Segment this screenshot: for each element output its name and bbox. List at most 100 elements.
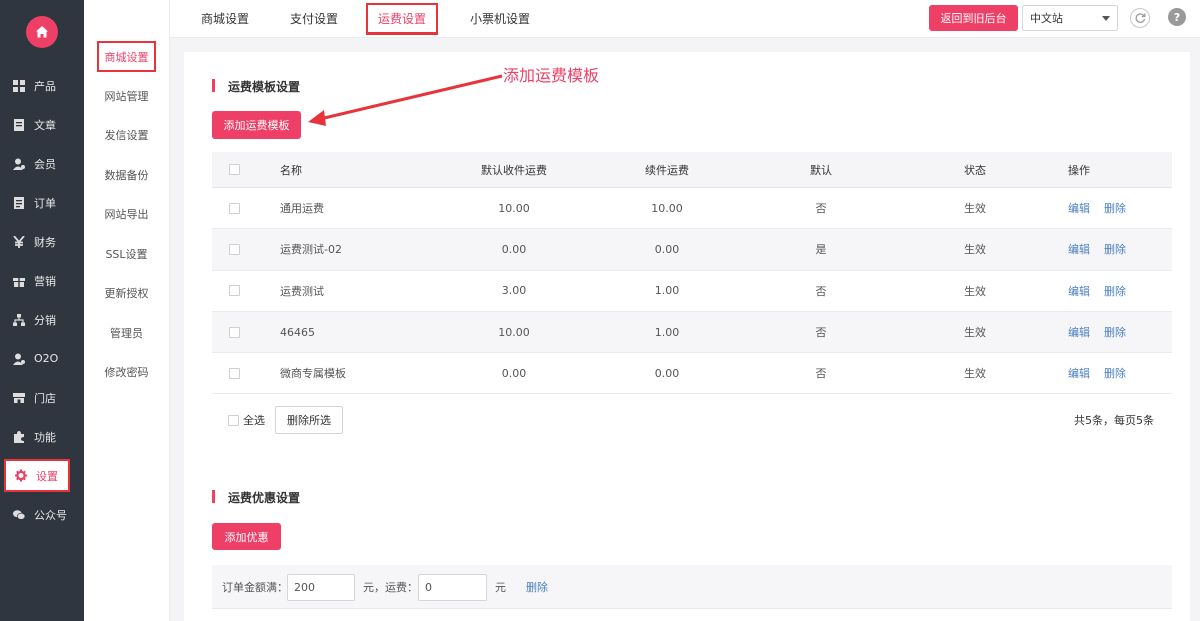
tab-2[interactable]: 运费设置 bbox=[366, 3, 439, 35]
sidebar-item-6[interactable]: 分销 bbox=[0, 300, 84, 339]
sidebar-item-5[interactable]: 营销 bbox=[0, 261, 84, 300]
subnav-item-6[interactable]: 更新授权 bbox=[84, 274, 169, 314]
sidebar-item-7[interactable]: O2O bbox=[0, 339, 84, 378]
add-shipping-template-button[interactable]: 添加运费模板 bbox=[212, 111, 301, 139]
discount-title: 运费优惠设置 bbox=[212, 489, 300, 506]
sidebar-item-label: 设置 bbox=[36, 469, 58, 483]
sidebar-item-0[interactable]: 产品 bbox=[0, 66, 84, 105]
subnav-item-5[interactable]: SSL设置 bbox=[84, 234, 169, 274]
delete-link[interactable]: 删除 bbox=[1104, 324, 1126, 340]
subnav-item-8[interactable]: 修改密码 bbox=[84, 353, 169, 393]
settings-subnav: 商城设置网站管理 发信设置 数据备份 网站导出 SSL设置 更新授权 管理员 修改密码 bbox=[84, 0, 170, 621]
edit-link[interactable]: 编辑 bbox=[1068, 200, 1090, 216]
cell-first_fee: 10.00 bbox=[498, 201, 530, 215]
subnav-item-4[interactable]: 网站导出 bbox=[84, 195, 169, 235]
row-checkbox[interactable] bbox=[229, 285, 240, 297]
tab-1[interactable]: 支付设置 bbox=[290, 0, 338, 36]
sidebar-item-label: 门店 bbox=[34, 391, 56, 405]
cell-is_default: 否 bbox=[815, 326, 827, 340]
cell-name: 运费测试 bbox=[280, 284, 324, 298]
cell-status: 生效 bbox=[964, 202, 986, 216]
sidebar-item-label: 分销 bbox=[34, 313, 56, 327]
subnav-item-7[interactable]: 管理员 bbox=[84, 313, 169, 353]
header-checkbox[interactable] bbox=[229, 164, 240, 175]
delete-link[interactable]: 删除 bbox=[1104, 283, 1126, 299]
store-icon bbox=[13, 392, 25, 404]
edit-link[interactable]: 编辑 bbox=[1068, 365, 1090, 381]
sidebar-item-label: 财务 bbox=[34, 235, 56, 249]
sidebar-item-4[interactable]: 财务 bbox=[0, 222, 84, 261]
language-select-value: 中文站 bbox=[1030, 12, 1063, 25]
cell-status: 生效 bbox=[964, 243, 986, 257]
subnav-item-1[interactable]: 网站管理 bbox=[84, 76, 169, 116]
shipping-template-title: 运费模板设置 bbox=[212, 78, 300, 95]
main-sidebar: 产品文章会员 订单财务营销分销 O2O 门店功能设置公众号 bbox=[0, 0, 84, 621]
sidebar-item-10[interactable]: 设置 bbox=[4, 459, 70, 492]
content-card: 运费模板设置 添加运费模板 名称 默认收件运费 续件运费 默认 状态 操作 通用运费 10.… bbox=[184, 52, 1190, 621]
wechat-icon bbox=[13, 509, 25, 521]
row-actions: 编辑 删除 bbox=[1068, 353, 1140, 393]
gift-icon bbox=[13, 275, 25, 287]
sidebar-item-9[interactable]: 功能 bbox=[0, 417, 84, 456]
delete-link[interactable]: 删除 bbox=[1104, 241, 1126, 257]
delete-link[interactable]: 删除 bbox=[1104, 365, 1126, 381]
tab-3[interactable]: 小票机设置 bbox=[470, 0, 530, 36]
subnav-item-0[interactable]: 商城设置 bbox=[97, 41, 156, 72]
table-row: 通用运费 10.00 10.00 否 生效 编辑 删除 bbox=[212, 188, 1172, 230]
back-to-old-admin-button[interactable]: 返回到旧后台 bbox=[929, 5, 1018, 31]
edit-link[interactable]: 编辑 bbox=[1068, 324, 1090, 340]
cell-name: 通用运费 bbox=[280, 202, 324, 216]
cell-is_default: 否 bbox=[815, 367, 827, 381]
refresh-icon[interactable] bbox=[1130, 8, 1150, 28]
row-actions: 编辑 删除 bbox=[1068, 229, 1140, 269]
sidebar-item-1[interactable]: 文章 bbox=[0, 105, 84, 144]
cell-extra_fee: 1.00 bbox=[654, 325, 680, 339]
language-select[interactable]: 中文站 bbox=[1022, 5, 1118, 31]
delete-selected-button[interactable]: 删除所选 bbox=[275, 406, 343, 434]
shipping-fee-input[interactable]: 0 bbox=[418, 574, 487, 601]
subnav-item-2[interactable]: 发信设置 bbox=[84, 116, 169, 156]
column-header: 操作 bbox=[1068, 163, 1090, 177]
edit-link[interactable]: 编辑 bbox=[1068, 241, 1090, 257]
order-amount-label: 订单金额满： bbox=[222, 580, 288, 594]
row-checkbox[interactable] bbox=[229, 367, 240, 379]
sitemap-icon bbox=[13, 313, 25, 326]
shipping-template-table: 名称 默认收件运费 续件运费 默认 状态 操作 通用运费 10.00 10.00 否生效 编辑 删除… bbox=[212, 152, 1172, 395]
select-all-wrapper: 全选 bbox=[228, 406, 265, 434]
cell-first_fee: 0.00 bbox=[501, 242, 527, 256]
sidebar-item-3[interactable]: 订单 bbox=[0, 183, 84, 222]
edit-link[interactable]: 编辑 bbox=[1068, 283, 1090, 299]
help-icon[interactable]: ? bbox=[1168, 8, 1186, 26]
sidebar-item-11[interactable]: 公众号 bbox=[0, 495, 84, 534]
row-checkbox[interactable] bbox=[229, 202, 240, 214]
cell-name: 微商专属模板 bbox=[280, 367, 346, 381]
column-header: 续件运费 bbox=[645, 163, 689, 177]
delete-link[interactable]: 删除 bbox=[1104, 200, 1126, 216]
sidebar-item-label: 公众号 bbox=[34, 508, 67, 522]
select-all-checkbox[interactable] bbox=[228, 414, 239, 426]
sidebar-nav: 产品文章会员 订单财务营销分销 O2O 门店功能设置公众号 bbox=[0, 66, 84, 534]
add-discount-button[interactable]: 添加优惠 bbox=[212, 523, 281, 550]
annotation-text: 添加运费模板 bbox=[503, 66, 600, 85]
row-actions: 编辑 删除 bbox=[1068, 312, 1140, 352]
home-icon[interactable] bbox=[26, 16, 58, 48]
cell-extra_fee: 10.00 bbox=[651, 201, 683, 215]
cell-name: 46465 bbox=[280, 325, 315, 339]
subnav-item-3[interactable]: 数据备份 bbox=[84, 155, 169, 195]
annotation-arrow-icon bbox=[308, 74, 503, 126]
cell-first_fee: 10.00 bbox=[498, 325, 530, 339]
column-header: 默认 bbox=[810, 163, 832, 177]
sidebar-item-label: 文章 bbox=[34, 118, 56, 132]
row-checkbox-cell bbox=[229, 353, 240, 393]
order-amount-input[interactable]: 200 bbox=[287, 574, 355, 601]
sidebar-item-label: 产品 bbox=[34, 79, 56, 93]
tab-0[interactable]: 商城设置 bbox=[201, 0, 249, 36]
row-checkbox[interactable] bbox=[229, 243, 240, 255]
sidebar-item-2[interactable]: 会员 bbox=[0, 144, 84, 183]
delete-discount-link[interactable]: 删除 bbox=[526, 565, 548, 608]
sidebar-item-8[interactable]: 门店 bbox=[0, 378, 84, 417]
table-row: 46465 10.00 1.00 否 生效 编辑 删除 bbox=[212, 311, 1172, 354]
sidebar-item-label: 功能 bbox=[34, 430, 56, 444]
row-checkbox[interactable] bbox=[229, 326, 240, 338]
cell-status: 生效 bbox=[964, 326, 986, 340]
